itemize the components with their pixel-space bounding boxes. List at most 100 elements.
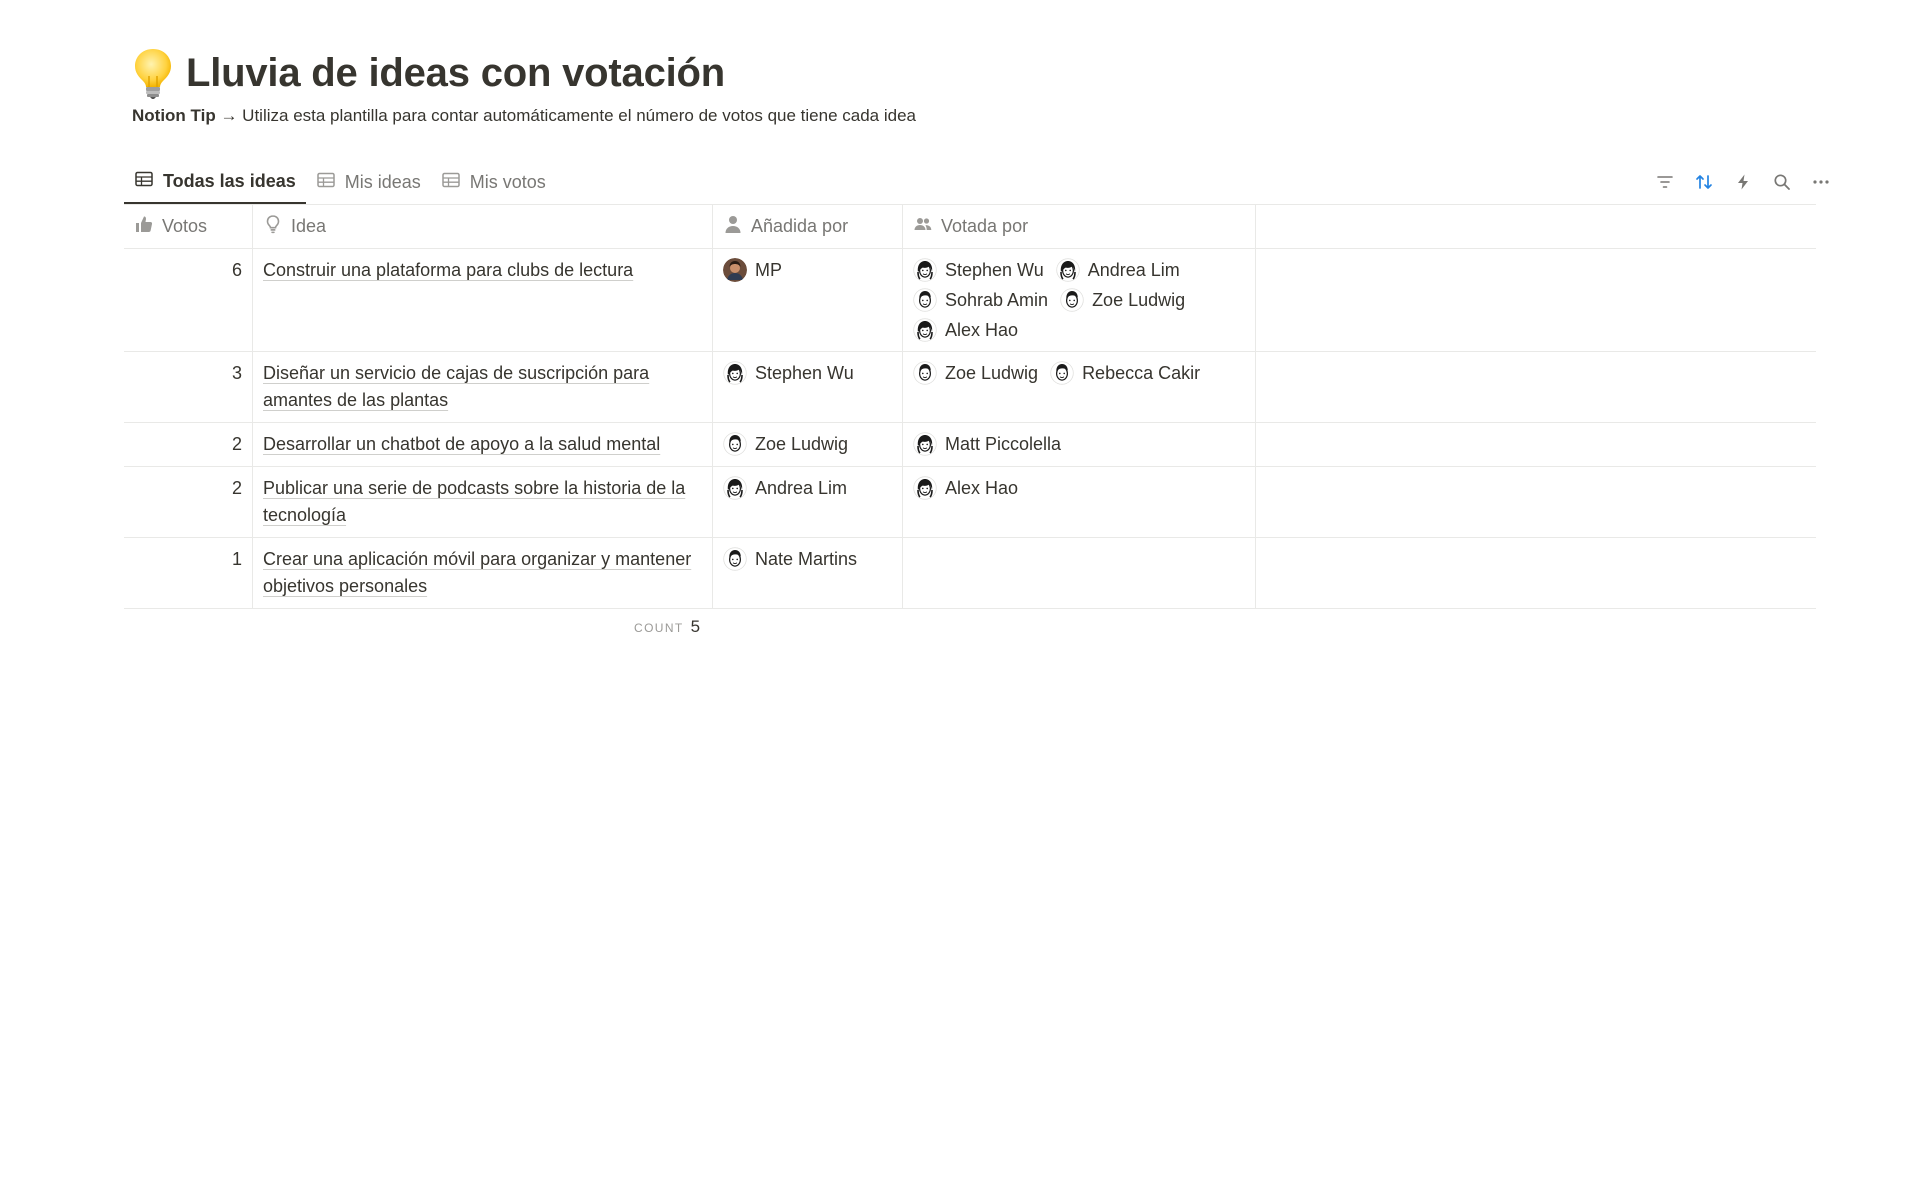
person-chip[interactable]: Zoe Ludwig	[913, 360, 1038, 386]
lightning-icon[interactable]	[1732, 171, 1754, 193]
person-name: Andrea Lim	[1087, 260, 1180, 280]
table-row[interactable]: 2 Desarrollar un chatbot de apoyo a la sa…	[124, 423, 1816, 467]
avatar	[913, 361, 937, 385]
table-row[interactable]: 1 Crear una aplicación móvil para organiz…	[124, 538, 1816, 609]
person-chip[interactable]: Rebecca Cakir	[1050, 360, 1200, 386]
column-label: Votos	[162, 216, 208, 236]
idea-cell: Construir una plataforma para clubs de l…	[253, 249, 713, 351]
view-tabs: Todas las ideas Mis ideas Mis votos	[124, 160, 556, 204]
voted-by-cell[interactable]	[903, 538, 1256, 608]
person-name: Andrea Lim	[755, 478, 848, 498]
page-header: Lluvia de ideas con votación	[132, 46, 725, 100]
person-name: Alex Hao	[945, 320, 1019, 340]
people-list: Zoe Ludwig Rebecca Cakir	[913, 360, 1245, 386]
added-by-cell[interactable]: Nate Martins	[713, 538, 903, 608]
thumbs-up-icon	[134, 214, 154, 239]
table-row[interactable]: 3 Diseñar un servicio de cajas de suscrip…	[124, 352, 1816, 423]
people-list: Stephen Wu	[723, 360, 892, 386]
votes-cell: 2	[124, 467, 253, 537]
person-chip[interactable]: Matt Piccolella	[913, 431, 1061, 457]
count-value: 5	[690, 617, 701, 636]
table-row[interactable]: 2 Publicar una serie de podcasts sobre la…	[124, 467, 1816, 538]
idea-cell: Crear una aplicación móvil para organiza…	[253, 538, 713, 608]
column-header-idea[interactable]: Idea	[253, 205, 713, 248]
avatar	[723, 432, 747, 456]
empty-cell	[1256, 352, 1816, 422]
tab-label: Mis ideas	[344, 171, 421, 192]
voted-by-cell[interactable]: Stephen Wu Andrea Lim Sohrab Amin Zoe Ludwi…	[903, 249, 1256, 351]
avatar	[913, 258, 937, 282]
lightbulb-icon[interactable]	[132, 46, 174, 100]
added-by-cell[interactable]: Zoe Ludwig	[713, 423, 903, 466]
tab-label: Mis votos	[469, 171, 546, 192]
person-icon	[723, 214, 743, 239]
avatar	[723, 361, 747, 385]
page: Lluvia de ideas con votación Notion Tip …	[0, 0, 1920, 1199]
votes-cell: 3	[124, 352, 253, 422]
table-body: 6 Construir una plataforma para clubs de …	[124, 249, 1816, 609]
people-list: Zoe Ludwig	[723, 431, 892, 457]
added-by-cell[interactable]: MP	[713, 249, 903, 351]
votes-cell: 6	[124, 249, 253, 351]
people-list: Stephen Wu Andrea Lim Sohrab Amin Zoe Ludwi…	[913, 257, 1245, 343]
avatar	[913, 288, 937, 312]
column-label: Votada por	[941, 216, 1029, 236]
voted-by-cell[interactable]: Matt Piccolella	[903, 423, 1256, 466]
added-by-cell[interactable]: Andrea Lim	[713, 467, 903, 537]
person-chip[interactable]: MP	[723, 257, 782, 283]
voted-by-cell[interactable]: Alex Hao	[903, 467, 1256, 537]
person-name: Rebecca Cakir	[1082, 363, 1201, 383]
column-header-votes[interactable]: Votos	[124, 205, 253, 248]
person-chip[interactable]: Sohrab Amin	[913, 287, 1048, 313]
person-chip[interactable]: Zoe Ludwig	[1060, 287, 1185, 313]
person-chip[interactable]: Alex Hao	[913, 317, 1018, 343]
tab-todas-las-ideas[interactable]: Todas las ideas	[124, 160, 306, 204]
more-icon[interactable]	[1810, 171, 1832, 193]
filter-icon[interactable]	[1654, 171, 1676, 193]
person-name: Zoe Ludwig	[1092, 290, 1186, 310]
people-list: Nate Martins	[723, 546, 892, 572]
view-toolbar	[1654, 164, 1832, 200]
idea-cell: Publicar una serie de podcasts sobre la …	[253, 467, 713, 537]
person-chip[interactable]: Zoe Ludwig	[723, 431, 848, 457]
avatar	[1056, 258, 1080, 282]
tab-label: Todas las ideas	[163, 170, 296, 191]
person-name: Matt Piccolella	[945, 434, 1062, 454]
person-chip[interactable]: Andrea Lim	[723, 475, 847, 501]
avatar	[723, 258, 747, 282]
avatar	[1050, 361, 1074, 385]
page-title[interactable]: Lluvia de ideas con votación	[186, 51, 725, 96]
person-chip[interactable]: Stephen Wu	[723, 360, 854, 386]
count-summary[interactable]: COUNT 5	[634, 617, 700, 637]
bulb-outline-icon	[263, 214, 283, 239]
person-chip[interactable]: Andrea Lim	[1056, 257, 1180, 283]
person-name: Stephen Wu	[755, 363, 854, 383]
empty-cell	[1256, 467, 1816, 537]
table-icon	[441, 170, 461, 195]
tab-mis-ideas[interactable]: Mis ideas	[306, 160, 431, 204]
ideas-table: Votos Idea Añadida por Votada por 6 Cons…	[124, 204, 1816, 609]
idea-title-link[interactable]: Publicar una serie de podcasts sobre la …	[263, 478, 685, 525]
tab-mis-votos[interactable]: Mis votos	[431, 160, 556, 204]
person-name: Sohrab Amin	[945, 290, 1049, 310]
column-header-added-by[interactable]: Añadida por	[713, 205, 903, 248]
voted-by-cell[interactable]: Zoe Ludwig Rebecca Cakir	[903, 352, 1256, 422]
table-header-row: Votos Idea Añadida por Votada por	[124, 205, 1816, 249]
person-chip[interactable]: Nate Martins	[723, 546, 857, 572]
people-list: Alex Hao	[913, 475, 1245, 501]
idea-title-link[interactable]: Desarrollar un chatbot de apoyo a la sal…	[263, 434, 660, 454]
votes-cell: 2	[124, 423, 253, 466]
idea-title-link[interactable]: Diseñar un servicio de cajas de suscripc…	[263, 363, 649, 410]
table-row[interactable]: 6 Construir una plataforma para clubs de …	[124, 249, 1816, 352]
idea-title-link[interactable]: Crear una aplicación móvil para organiza…	[263, 549, 691, 596]
people-list: MP	[723, 257, 892, 283]
column-header-voted-by[interactable]: Votada por	[903, 205, 1256, 248]
search-icon[interactable]	[1771, 171, 1793, 193]
person-chip[interactable]: Alex Hao	[913, 475, 1018, 501]
sort-icon[interactable]	[1693, 171, 1715, 193]
added-by-cell[interactable]: Stephen Wu	[713, 352, 903, 422]
idea-title-link[interactable]: Construir una plataforma para clubs de l…	[263, 260, 633, 280]
avatar	[913, 432, 937, 456]
person-chip[interactable]: Stephen Wu	[913, 257, 1044, 283]
column-label: Añadida por	[751, 216, 849, 236]
